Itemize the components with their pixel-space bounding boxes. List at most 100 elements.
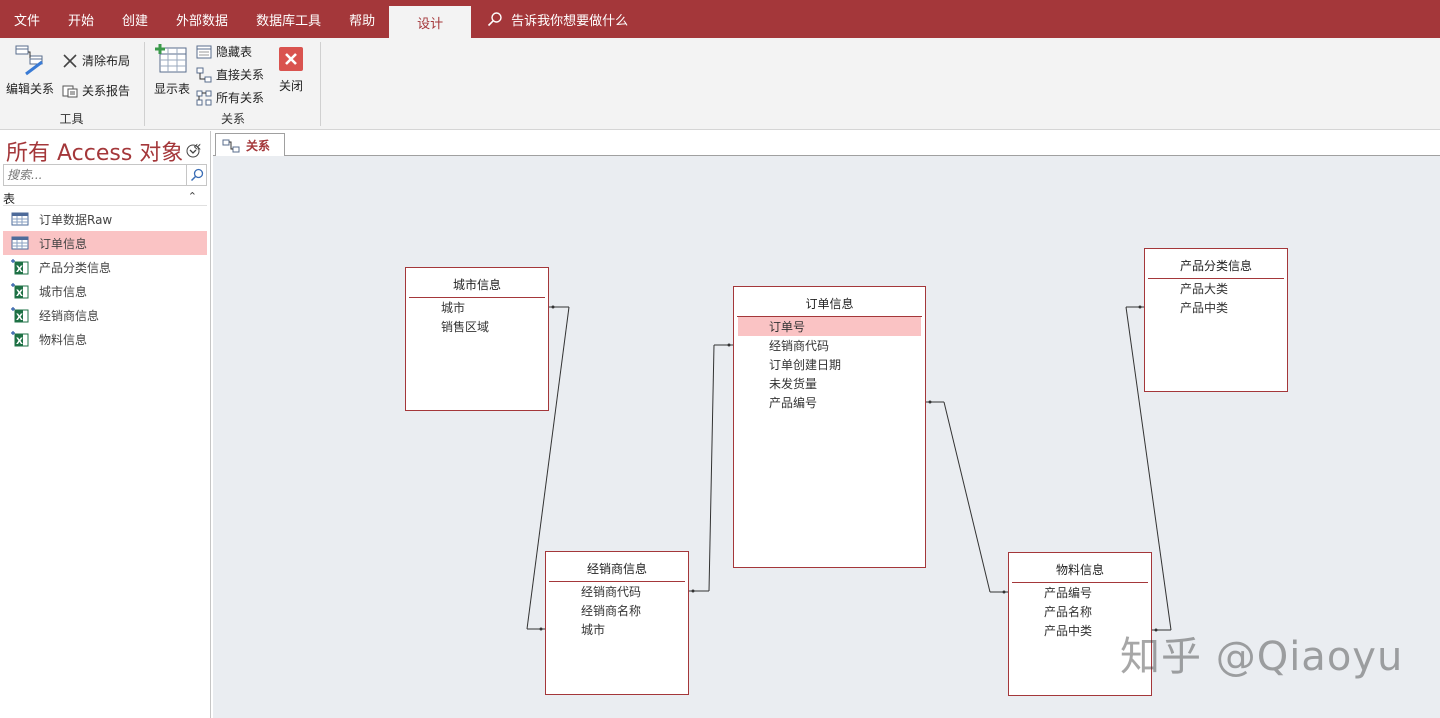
nav-item-label: 城市信息 — [39, 284, 88, 299]
show-table-button[interactable]: 显示表 — [154, 42, 190, 97]
tab-file[interactable]: 文件 — [0, 0, 54, 38]
tab-database-tools[interactable]: 数据库工具 — [242, 0, 335, 38]
hide-table-button[interactable]: 隐藏表 — [196, 43, 252, 60]
field-row[interactable]: 经销商代码 — [550, 582, 684, 601]
tab-relationships[interactable]: 关系 — [215, 133, 286, 157]
nav-item-dealer[interactable]: X 经销商信息 — [3, 303, 207, 327]
collapse-pane-icon[interactable]: « — [193, 139, 202, 155]
tab-create[interactable]: 创建 — [108, 0, 162, 38]
nav-list: 订单数据Raw 订单信息 X 产品分类信息 X 城市信息 X 经销商信息 X 物… — [3, 207, 207, 351]
svg-text:X: X — [16, 337, 23, 347]
tab-design[interactable]: 设计 — [389, 6, 472, 38]
edit-relationships-icon — [15, 45, 43, 76]
field-row[interactable]: 销售区域 — [410, 317, 544, 336]
nav-pane-title: 所有 Access 对象 — [6, 141, 184, 166]
tab-home[interactable]: 开始 — [54, 0, 108, 38]
access-window: 文件 开始 创建 外部数据 数据库工具 帮助 设计 告诉我你想要做什么 编辑关系 — [0, 0, 1440, 718]
nav-item-order-info[interactable]: 订单信息 — [3, 231, 207, 255]
table-icon — [11, 236, 29, 250]
all-relationships-icon — [196, 90, 212, 105]
nav-item-label: 订单数据Raw — [39, 212, 113, 227]
report-icon — [62, 85, 78, 97]
table-title: 城市信息 — [452, 278, 501, 292]
table-box-city[interactable]: 城市信息 城市 销售区域 — [405, 267, 549, 411]
show-table-label: 显示表 — [154, 82, 191, 96]
table-icon — [11, 212, 29, 226]
nav-item-product-category[interactable]: X 产品分类信息 — [3, 255, 207, 279]
search-icon — [488, 12, 502, 27]
field-row[interactable]: 产品名称 — [1013, 602, 1147, 621]
field-row[interactable]: 经销商名称 — [550, 601, 684, 620]
relationship-report-button[interactable]: 关系报告 — [62, 82, 130, 99]
close-relationships-button[interactable]: 关闭 — [278, 46, 304, 94]
svg-text:X: X — [16, 289, 23, 299]
clear-layout-label: 清除布局 — [82, 54, 131, 68]
nav-section-tables[interactable]: 表 ⌃ — [3, 190, 207, 206]
edit-relationships-label: 编辑关系 — [6, 82, 55, 96]
hide-table-label: 隐藏表 — [216, 45, 253, 59]
direct-relationships-label: 直接关系 — [216, 68, 265, 82]
search-button[interactable] — [186, 165, 206, 185]
tell-me-text: 告诉我你想要做什么 — [511, 13, 629, 29]
ribbon-separator — [144, 42, 145, 126]
tools-group: 编辑关系 清除布局 关系报告 工具 — [0, 38, 143, 130]
field-row[interactable]: 经销商代码 — [738, 336, 921, 355]
ribbon: 编辑关系 清除布局 关系报告 工具 显示表 隐藏表 直接关系 所有关系 关闭 关… — [0, 38, 1440, 130]
nav-item-material[interactable]: X 物料信息 — [3, 327, 207, 351]
nav-item-label: 物料信息 — [39, 332, 88, 347]
field-row[interactable]: 产品编号 — [738, 393, 921, 412]
document-tab-bar: 关系 — [213, 131, 1440, 157]
nav-item-label: 订单信息 — [39, 236, 88, 251]
all-relationships-label: 所有关系 — [216, 91, 265, 105]
close-icon — [279, 47, 303, 71]
collapse-section-icon[interactable]: ⌃ — [188, 190, 197, 203]
tools-group-label: 工具 — [59, 112, 84, 126]
svg-text:X: X — [16, 265, 23, 275]
excel-linked-table-icon: X — [11, 283, 29, 299]
search-icon — [190, 168, 203, 182]
tab-help[interactable]: 帮助 — [335, 0, 389, 38]
field-row[interactable]: 产品编号 — [1013, 583, 1147, 602]
table-box-category[interactable]: 产品分类信息 产品大类 产品中类 — [1144, 248, 1288, 392]
nav-search-box[interactable] — [3, 164, 207, 186]
nav-section-label: 表 — [3, 192, 16, 206]
table-title: 经销商信息 — [586, 562, 647, 576]
excel-linked-table-icon: X — [11, 259, 29, 275]
relationship-report-label: 关系报告 — [82, 84, 131, 98]
relationships-group: 显示表 隐藏表 直接关系 所有关系 关闭 关系 — [146, 38, 320, 130]
table-box-dealer[interactable]: 经销商信息 经销商代码 经销商名称 城市 — [545, 551, 689, 695]
direct-relationships-button[interactable]: 直接关系 — [196, 66, 264, 83]
all-relationships-button[interactable]: 所有关系 — [196, 89, 264, 106]
tell-me-box[interactable]: 告诉我你想要做什么 — [487, 0, 628, 38]
clear-layout-button[interactable]: 清除布局 — [62, 52, 130, 69]
menu-bar: 文件 开始 创建 外部数据 数据库工具 帮助 设计 告诉我你想要做什么 — [0, 0, 1440, 38]
hide-table-icon — [196, 45, 212, 58]
close-x-icon — [63, 53, 77, 68]
relationships-icon — [222, 139, 240, 152]
excel-linked-table-icon: X — [11, 331, 29, 347]
field-row[interactable]: 产品大类 — [1149, 279, 1283, 298]
nav-item-city[interactable]: X 城市信息 — [3, 279, 207, 303]
table-title: 产品分类信息 — [1179, 259, 1252, 273]
nav-item-label: 经销商信息 — [39, 308, 100, 323]
field-row[interactable]: 城市 — [550, 620, 684, 639]
svg-text:X: X — [16, 313, 23, 323]
show-table-icon — [155, 44, 187, 73]
field-row-selected[interactable]: 订单号 — [738, 317, 921, 336]
nav-item-order-raw[interactable]: 订单数据Raw — [3, 207, 207, 231]
nav-pane-header[interactable]: 所有 Access 对象 — [6, 135, 200, 167]
field-row[interactable]: 城市 — [410, 298, 544, 317]
search-input[interactable] — [4, 166, 184, 184]
tab-relationships-label: 关系 — [246, 139, 271, 153]
table-box-order[interactable]: 订单信息 订单号 经销商代码 订单创建日期 未发货量 产品编号 — [733, 286, 926, 568]
tab-external-data[interactable]: 外部数据 — [162, 0, 242, 38]
close-label: 关闭 — [278, 79, 303, 93]
ribbon-separator — [320, 42, 321, 126]
table-title: 物料信息 — [1055, 563, 1104, 577]
navigation-pane: 所有 Access 对象 « 表 ⌃ 订单数据Raw 订单信息 X — [0, 131, 211, 718]
field-row[interactable]: 订单创建日期 — [738, 355, 921, 374]
field-row[interactable]: 产品中类 — [1149, 298, 1283, 317]
relationships-group-label: 关系 — [220, 112, 245, 126]
field-row[interactable]: 未发货量 — [738, 374, 921, 393]
edit-relationships-button[interactable]: 编辑关系 — [6, 42, 54, 97]
